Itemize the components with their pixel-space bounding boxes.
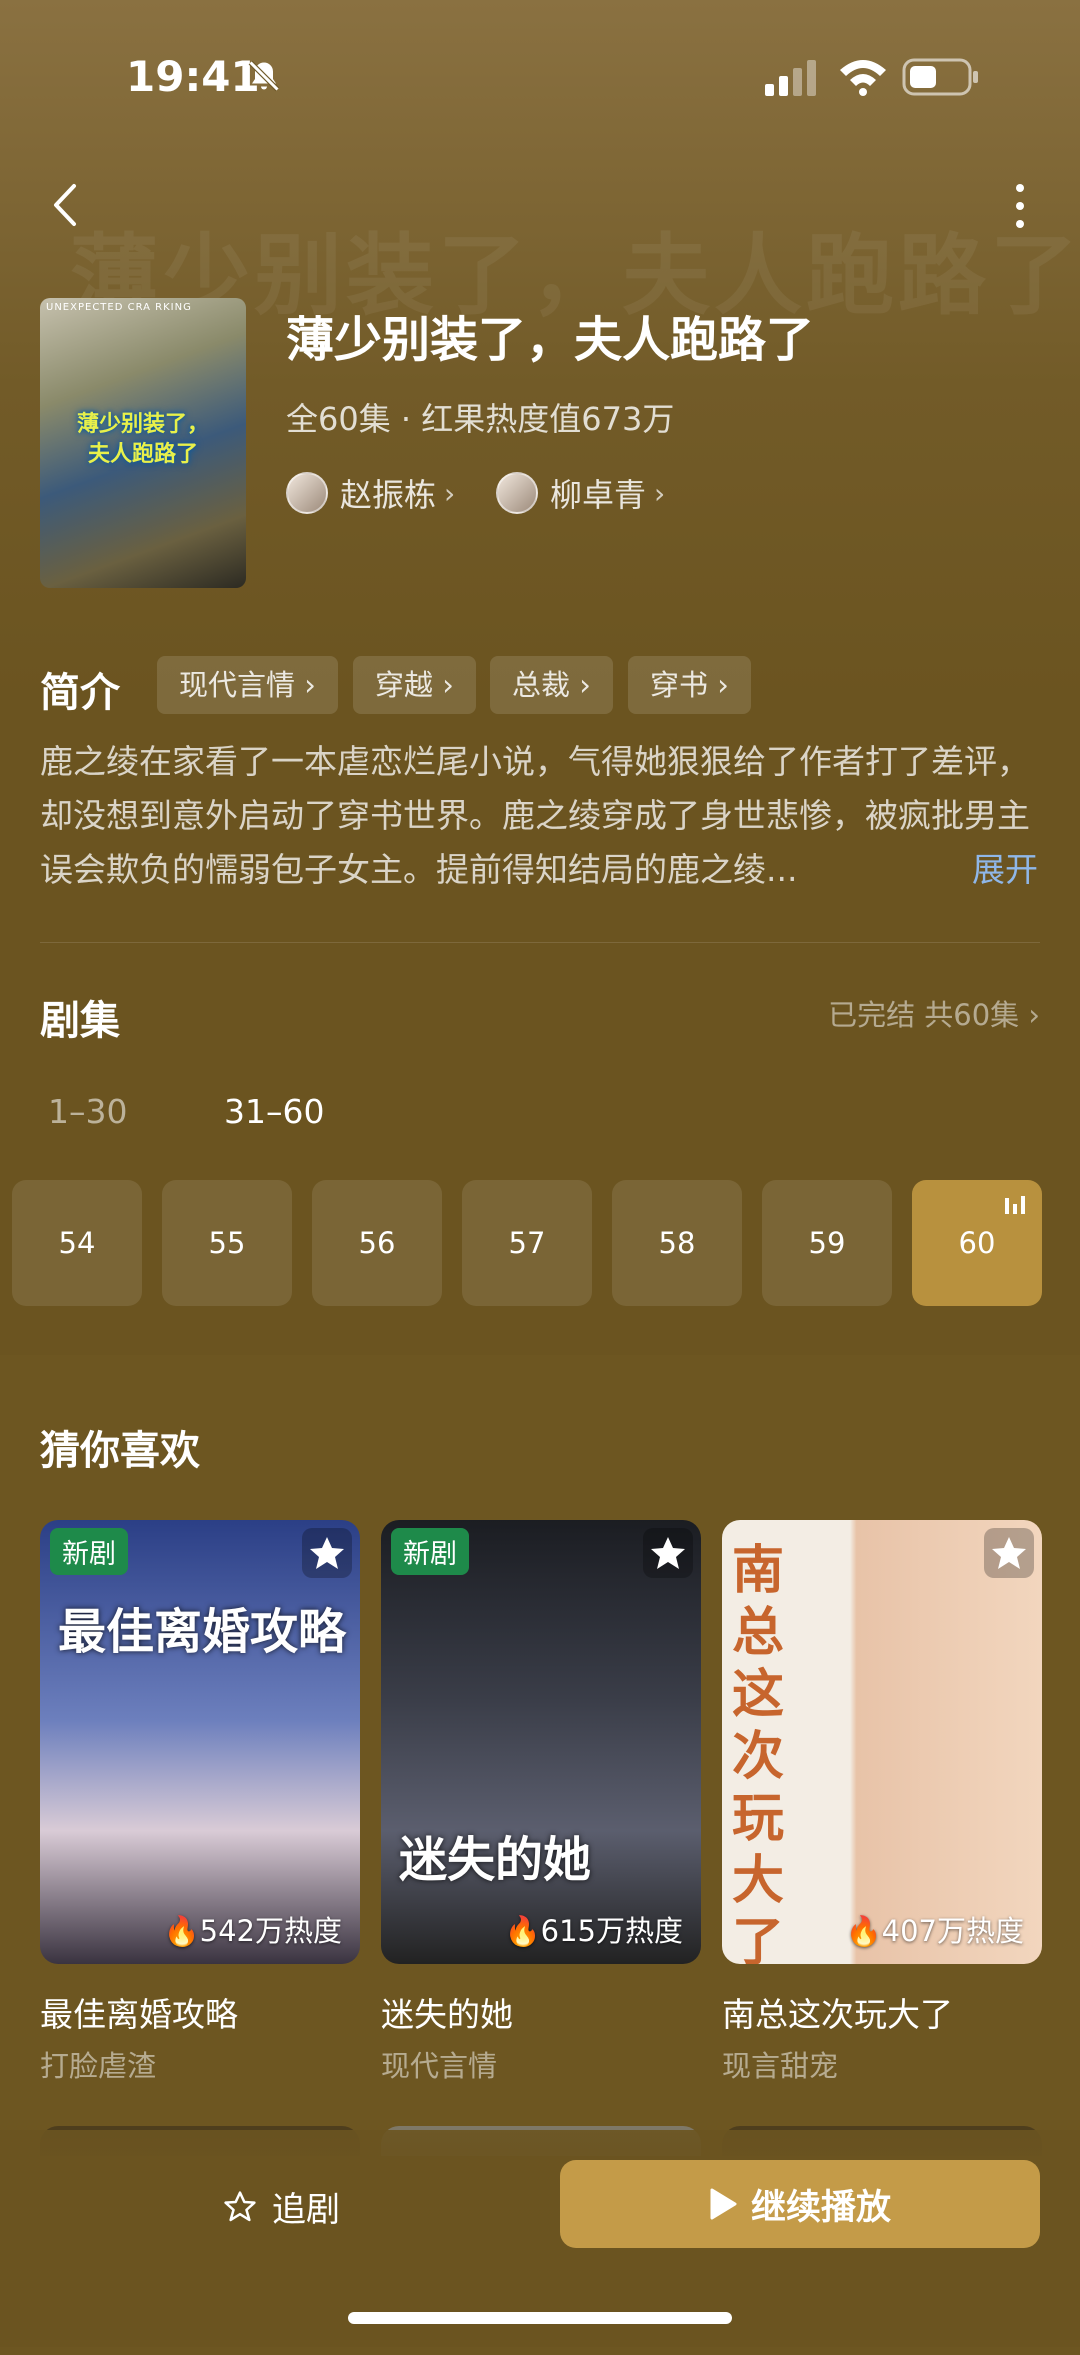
episode-button[interactable]: 56 [312,1180,442,1306]
episode-number: 54 [58,1226,96,1260]
divider [40,942,1040,943]
new-badge: 新剧 [50,1528,128,1575]
card-genre: 打脸虐渣 [40,2049,157,2083]
episode-number: 55 [208,1226,246,1260]
heat-value: 615万热度 [540,1914,683,1948]
episode-button[interactable]: 59 [762,1180,892,1306]
episode-button[interactable]: 57 [462,1180,592,1306]
intro-description: 鹿之绫在家看了一本虐恋烂尾小说，气得她狠狠给了作者打了差评，却没想到意外启动了穿… [40,742,1030,889]
drama-poster: UNEXPECTED CRA RKING 薄少别装了， 夫人跑路了 [40,298,246,588]
recommend-card[interactable]: 南总这次玩大了 🔥407万热度 [722,1520,1042,1964]
episode-number: 59 [808,1226,846,1260]
episodes-heading: 剧集 [40,998,120,1044]
episode-number: 57 [508,1226,546,1260]
cast-chip-2[interactable]: 柳卓青 › [496,470,665,516]
tag-chip[interactable]: 穿越 › [353,656,476,714]
star-outline-icon [224,2190,256,2221]
star-icon[interactable] [984,1528,1034,1578]
episode-number: 56 [358,1226,396,1260]
card-poster-title: 南总这次玩大了 [732,1541,785,1964]
bell-muted-icon [248,60,280,92]
status-bar: 19:41 [0,0,1080,160]
follow-button[interactable]: 追剧 [222,2182,340,2231]
poster-top-text: UNEXPECTED CRA RKING [46,302,192,313]
now-playing-icon [1005,1196,1025,1214]
card-genre: 现代言情 [381,2049,498,2083]
episode-button[interactable]: 55 [162,1180,292,1306]
episodes-status-link[interactable]: 已完结 共60集 › [828,992,1040,1034]
heat-value: 542万热度 [199,1914,342,1948]
heat-value: 407万热度 [881,1914,1024,1948]
recommend-card[interactable]: 最佳离婚攻略 新剧 🔥542万热度 [40,1520,360,1964]
intro-heading: 简介 [40,670,120,716]
more-vertical-icon[interactable] [1000,180,1040,232]
new-badge: 新剧 [391,1528,469,1575]
cellular-signal-icon [765,60,816,96]
card-genre: 现言甜宠 [722,2049,839,2083]
episode-number: 58 [658,1226,696,1260]
wifi-icon [840,60,886,96]
poster-title-line-1: 薄少别装了， [76,412,209,437]
avatar [496,472,538,514]
episode-button-current[interactable]: 60 [912,1180,1042,1306]
card-name[interactable]: 最佳离婚攻略 [40,1988,238,2036]
tag-chip[interactable]: 穿书 › [628,656,751,714]
episode-button[interactable]: 58 [612,1180,742,1306]
battery-icon [902,58,978,96]
episode-button[interactable]: 54 [12,1180,142,1306]
range-tab-1-30[interactable]: 1–30 [48,1092,128,1131]
status-time: 19:41 [126,52,260,101]
heat-label: 🔥615万热度 [504,1914,683,1948]
card-name[interactable]: 南总这次玩大了 [722,1988,953,2036]
card-poster-title: 最佳离婚攻略 [58,1604,347,1660]
star-icon[interactable] [302,1528,352,1578]
expand-link[interactable]: 展开 [972,843,1038,891]
heat-label: 🔥542万热度 [163,1914,342,1948]
poster-title: 薄少别装了， 夫人跑路了 [48,410,238,470]
play-icon [710,2188,737,2220]
drama-meta: 全60集 · 红果热度值673万 [286,400,675,438]
back-chevron-icon[interactable] [46,180,86,230]
chevron-right-icon: › [654,476,666,510]
cast-chip-1[interactable]: 赵振栋 › [286,470,455,516]
range-tab-31-60[interactable]: 31–60 [224,1092,324,1131]
heat-label: 🔥407万热度 [845,1914,1024,1948]
poster-title-line-2: 夫人跑路了 [87,442,198,467]
episode-number: 60 [958,1226,996,1260]
continue-play-button[interactable]: 继续播放 [560,2160,1040,2248]
cast-name: 赵振栋 [340,476,437,514]
follow-label: 追剧 [272,2190,340,2230]
recommend-card[interactable]: 迷失的她 新剧 🔥615万热度 [381,1520,701,1964]
card-name[interactable]: 迷失的她 [381,1988,513,2036]
avatar [286,472,328,514]
star-icon[interactable] [643,1528,693,1578]
drama-title: 薄少别装了，夫人跑路了 [286,312,815,368]
continue-play-label: 继续播放 [750,2187,891,2228]
tag-chip[interactable]: 现代言情 › [157,656,338,714]
home-indicator[interactable] [348,2312,732,2324]
cast-name: 柳卓青 [550,476,647,514]
tag-chip[interactable]: 总裁 › [490,656,613,714]
recommend-heading: 猜你喜欢 [40,1428,200,1474]
chevron-right-icon: › [444,476,456,510]
card-poster-title: 迷失的她 [399,1832,592,1888]
